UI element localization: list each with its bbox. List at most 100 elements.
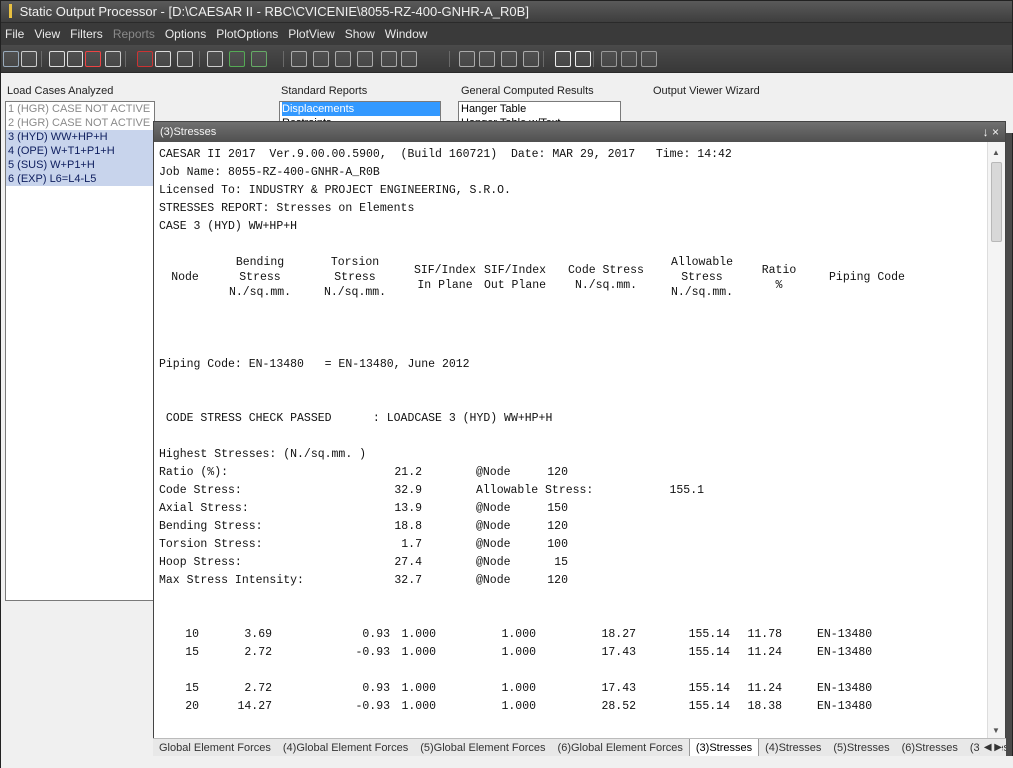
highest-stress-ref-value: 120 (547, 574, 568, 587)
highest-stress-ref-label: @Node (476, 556, 511, 569)
layout-icon[interactable] (621, 51, 637, 67)
highest-stress-label: Hoop Stress: (159, 556, 242, 569)
preview-icon[interactable] (207, 51, 223, 67)
highest-stress-label: Code Stress: (159, 484, 242, 497)
report-window-titlebar: (3)Stresses ↓ × (154, 122, 1005, 142)
highest-stress-ref-label: @Node (476, 538, 511, 551)
grid4-icon[interactable] (357, 51, 373, 67)
stress-table-cell: 17.43 (601, 646, 636, 659)
load-case-item[interactable]: 3 (HYD) WW+HP+H (6, 130, 154, 144)
load-case-item[interactable]: 4 (OPE) W+T1+P1+H (6, 144, 154, 158)
tab-5-stresses[interactable]: (5)Stresses (827, 739, 895, 756)
column-header: N./sq.mm. (574, 279, 638, 292)
toolbar-separator (125, 51, 126, 67)
highest-stress-label: Bending Stress: (159, 520, 263, 533)
report-icon[interactable] (85, 51, 101, 67)
highest-stress-ref-label: Allowable Stress: (476, 484, 594, 497)
settings-icon[interactable] (381, 51, 397, 67)
stress-table-cell: 1.000 (501, 628, 536, 641)
save-icon[interactable] (21, 51, 37, 67)
column-header: Stress (334, 271, 376, 284)
column-header: In Plane (417, 279, 473, 292)
forward-icon[interactable] (479, 51, 495, 67)
load-case-item[interactable]: 6 (EXP) L6=L4-L5 (6, 172, 154, 186)
print-icon[interactable] (177, 51, 193, 67)
copy-icon[interactable] (49, 51, 65, 67)
scroll-down-icon[interactable]: ▼ (992, 726, 1000, 735)
app-window: Static Output Processor - [D:\CAESAR II … (0, 0, 1013, 768)
word-icon[interactable] (251, 51, 267, 67)
grid2-icon[interactable] (313, 51, 329, 67)
vertical-scrollbar[interactable]: ▲ ▼ (987, 142, 1005, 739)
scroll-up-icon[interactable]: ▲ (992, 148, 1000, 157)
menu-window[interactable]: Window (385, 27, 428, 41)
menu-reports[interactable]: Reports (113, 27, 155, 41)
stresses-report-window: (3)Stresses ↓ × CAESAR II 2017 Ver.9.00.… (153, 121, 1006, 739)
general-result-item[interactable]: Hanger Table (461, 102, 620, 116)
piping-code-line: Piping Code: EN-13480 = EN-13480, June 2… (159, 358, 470, 371)
highest-stress-ref-label: @Node (476, 520, 511, 533)
menu-options[interactable]: Options (165, 27, 206, 41)
license-line: Licensed To: INDUSTRY & PROJECT ENGINEER… (159, 184, 511, 197)
load-case-item[interactable]: 2 (HGR) CASE NOT ACTIVE (6, 116, 154, 130)
pdf-icon[interactable] (641, 51, 657, 67)
toolbar-separator (41, 51, 42, 67)
load-case-item[interactable]: 5 (SUS) W+P1+H (6, 158, 154, 172)
scroll-thumb[interactable] (991, 162, 1002, 242)
menu-plotoptions[interactable]: PlotOptions (216, 27, 278, 41)
view-icon[interactable] (105, 51, 121, 67)
toolbar-separator (199, 51, 200, 67)
toolbar-separator (593, 51, 594, 67)
tab-6-global-element-forces[interactable]: (6)Global Element Forces (552, 739, 689, 756)
delete-icon[interactable] (137, 51, 153, 67)
paste-icon[interactable] (67, 51, 83, 67)
pin-close-icon[interactable]: ↓ × (983, 122, 999, 142)
stress-table-cell: 2.72 (244, 682, 272, 695)
menu-view[interactable]: View (34, 27, 60, 41)
load-case-item[interactable]: 1 (HGR) CASE NOT ACTIVE (6, 102, 154, 116)
menu-show[interactable]: Show (345, 27, 375, 41)
chart-icon[interactable] (155, 51, 171, 67)
stress-table-cell: EN-13480 (817, 700, 873, 713)
excel-icon[interactable] (229, 51, 245, 67)
page-icon[interactable] (501, 51, 517, 67)
tab-4-global-element-forces[interactable]: (4)Global Element Forces (277, 739, 414, 756)
highest-stress-value: 1.7 (401, 538, 422, 551)
stress-table-cell: EN-13480 (817, 682, 873, 695)
column-header: N./sq.mm. (228, 286, 292, 299)
stress-table-cell: 15 (185, 646, 199, 659)
zoom-out-icon[interactable] (575, 51, 591, 67)
tab-5-global-element-forces[interactable]: (5)Global Element Forces (414, 739, 551, 756)
stress-table-cell: 1.000 (401, 646, 436, 659)
load-cases-label: Load Cases Analyzed (7, 85, 114, 97)
column-header: N./sq.mm. (323, 286, 387, 299)
menu-filters[interactable]: Filters (70, 27, 103, 41)
highest-stress-value: 21.2 (394, 466, 422, 479)
tab-3-stresses[interactable]: (3)Stresses (688, 739, 760, 756)
highest-stress-value: 27.4 (394, 556, 422, 569)
menu-file[interactable]: File (5, 27, 24, 41)
highest-stress-ref-value: 100 (547, 538, 568, 551)
stress-table-cell: 1.000 (401, 682, 436, 695)
open-icon[interactable] (3, 51, 19, 67)
grid3-icon[interactable] (335, 51, 351, 67)
highest-stress-value: 18.8 (394, 520, 422, 533)
find-icon[interactable] (523, 51, 539, 67)
tab-scroll-icon[interactable]: ◀ ▶ (979, 739, 1002, 756)
tab-6-stresses[interactable]: (6)Stresses (896, 739, 964, 756)
tab-4-stresses[interactable]: (4)Stresses (759, 739, 827, 756)
menu-plotview[interactable]: PlotView (288, 27, 334, 41)
fit-icon[interactable] (601, 51, 617, 67)
stress-table-cell: 1.000 (401, 628, 436, 641)
grid1-icon[interactable] (291, 51, 307, 67)
load-cases-list[interactable]: 1 (HGR) CASE NOT ACTIVE 2 (HGR) CASE NOT … (5, 101, 155, 601)
tab-global-element-forces[interactable]: Global Element Forces (153, 739, 277, 756)
stress-table-cell: 10 (185, 628, 199, 641)
standard-report-item[interactable]: Displacements (282, 102, 440, 116)
zoom-in-icon[interactable] (555, 51, 571, 67)
back-icon[interactable] (459, 51, 475, 67)
toolbar-separator (449, 51, 450, 67)
stress-table-cell: EN-13480 (817, 646, 873, 659)
highest-stress-ref-label: @Node (476, 502, 511, 515)
export-icon[interactable] (401, 51, 417, 67)
